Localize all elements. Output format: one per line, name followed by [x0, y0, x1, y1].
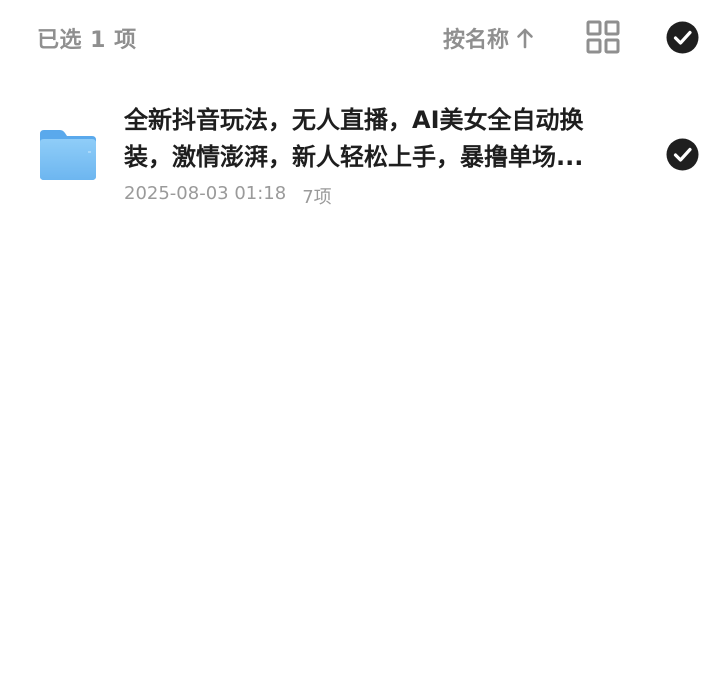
file-name: 全新抖音玩法，无人直播，AI美女全自动换装，激情澎湃，新人轻松上手，暴撸单场..…	[124, 106, 584, 171]
sort-label: 按名称	[443, 28, 510, 53]
folder-icon	[40, 130, 96, 180]
selection-toolbar: 已选 1 项 按名称	[0, 0, 714, 76]
arrow-up-icon	[517, 28, 533, 49]
file-list-item[interactable]: 全新抖音玩法，无人直播，AI美女全自动换装，激情澎湃，新人轻松上手，暴撸单场..…	[0, 90, 714, 220]
sort-by-name-button[interactable]: 按名称	[443, 21, 534, 55]
grid-view-icon[interactable]	[586, 20, 620, 54]
select-all-check-icon[interactable]	[666, 21, 699, 54]
file-date: 2025-08-03 01:18	[124, 183, 287, 204]
selected-count-label: 已选 1 项	[37, 28, 137, 53]
file-item-count: 7项	[302, 187, 332, 208]
file-meta: 2025-08-03 01:18 7项	[124, 183, 332, 209]
check-circle-icon[interactable]	[666, 138, 699, 171]
